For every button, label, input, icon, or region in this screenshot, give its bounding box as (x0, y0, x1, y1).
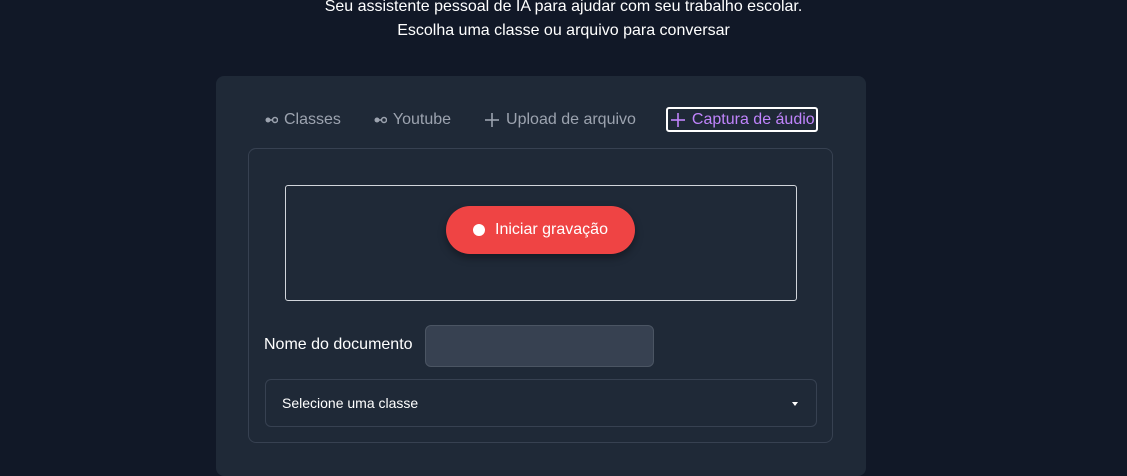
tab-upload-label: Upload de arquivo (506, 110, 636, 128)
tab-audio-capture-label: Captura de áudio (691, 110, 815, 128)
class-select[interactable]: Selecione uma classe (265, 379, 817, 427)
class-select-value: Selecione uma classe (282, 395, 419, 411)
tab-upload[interactable]: Upload de arquivo (481, 107, 639, 132)
link-icon (265, 116, 278, 124)
start-recording-button[interactable]: Iniciar gravação (446, 206, 635, 254)
plus-icon (484, 112, 500, 128)
source-tabs: Classes Youtube Upload de arquivo Captur… (262, 106, 818, 133)
tab-youtube-label: Youtube (392, 110, 452, 128)
intro-line-1: Seu assistente pessoal de IA para ajudar… (324, 0, 803, 15)
tab-classes-label: Classes (284, 110, 341, 128)
caret-down-icon (792, 402, 798, 406)
tab-youtube[interactable]: Youtube (371, 107, 454, 132)
record-dot-icon (473, 224, 486, 236)
link-icon (374, 116, 387, 124)
tab-classes[interactable]: Classes (262, 107, 344, 132)
start-recording-label: Iniciar gravação (495, 221, 608, 238)
intro-line-2: Escolha uma classe ou arquivo para conve… (397, 22, 730, 39)
document-name-label: Nome do documento (264, 336, 413, 353)
plus-icon (670, 112, 686, 128)
document-name-input[interactable] (425, 325, 654, 367)
tab-audio-capture[interactable]: Captura de áudio (665, 107, 818, 132)
